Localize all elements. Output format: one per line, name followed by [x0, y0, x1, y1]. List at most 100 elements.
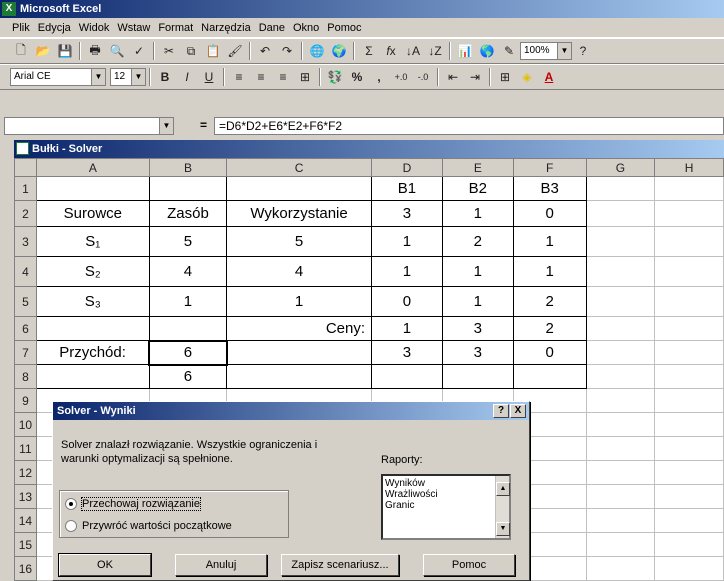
cell-h9[interactable]: [654, 388, 724, 413]
cell-a8[interactable]: [35, 364, 150, 389]
cell-h4[interactable]: [654, 256, 724, 287]
column-header-a[interactable]: A: [35, 158, 150, 177]
cell-g8[interactable]: [585, 364, 656, 389]
report-item-wrazliwosci[interactable]: Wrażliwości: [385, 489, 507, 500]
cell-f3[interactable]: 1: [512, 226, 587, 257]
chevron-down-icon[interactable]: ▼: [159, 118, 173, 134]
drawing-icon[interactable]: ✎: [499, 41, 519, 61]
currency-icon[interactable]: 💱: [325, 67, 345, 87]
cell-c3[interactable]: 5: [226, 226, 373, 257]
zoom-select[interactable]: 100% ▼: [520, 42, 572, 60]
chevron-down-icon[interactable]: ▼: [91, 69, 105, 85]
fill-color-icon[interactable]: ◈: [517, 67, 537, 87]
bold-button[interactable]: B: [155, 67, 175, 87]
decrease-indent-icon[interactable]: ⇤: [443, 67, 463, 87]
radio-restore-values[interactable]: Przywróć wartości początkowe: [65, 520, 232, 532]
cell-h1[interactable]: [654, 176, 724, 201]
ok-button[interactable]: OK: [58, 553, 152, 577]
autosum-icon[interactable]: Σ: [359, 41, 379, 61]
menu-widok[interactable]: Widok: [75, 22, 114, 34]
cell-g5[interactable]: [585, 286, 656, 317]
format-painter-icon[interactable]: 🖌: [225, 41, 245, 61]
cell-a7[interactable]: Przychód:: [35, 340, 150, 365]
cell-b8[interactable]: 6: [148, 364, 228, 389]
cell-h2[interactable]: [654, 200, 724, 227]
cell-c4[interactable]: 4: [226, 256, 373, 287]
menu-okno[interactable]: Okno: [289, 22, 323, 34]
cell-h13[interactable]: [654, 484, 724, 509]
cell-c2[interactable]: Wykorzystanie: [226, 200, 373, 227]
undo-icon[interactable]: ↶: [255, 41, 275, 61]
copy-icon[interactable]: ⧉: [181, 41, 201, 61]
cell-c7[interactable]: [226, 340, 373, 365]
cell-h7[interactable]: [654, 340, 724, 365]
cell-e7[interactable]: 3: [441, 340, 514, 365]
row-header[interactable]: 6: [14, 316, 37, 341]
cell-e6[interactable]: 3: [441, 316, 514, 341]
row-header[interactable]: 9: [14, 388, 37, 413]
sort-descending-icon[interactable]: ↓Z: [425, 41, 445, 61]
cell-h8[interactable]: [654, 364, 724, 389]
cell-h11[interactable]: [654, 436, 724, 461]
font-color-icon[interactable]: A: [539, 67, 559, 87]
menu-format[interactable]: Format: [154, 22, 197, 34]
equals-sign[interactable]: =: [200, 118, 207, 132]
row-header[interactable]: 11: [14, 436, 37, 461]
cell-g9[interactable]: [585, 388, 656, 413]
cell-b2[interactable]: Zasób: [148, 200, 228, 227]
function-icon[interactable]: fx: [381, 41, 401, 61]
row-header[interactable]: 8: [14, 364, 37, 389]
column-header-d[interactable]: D: [371, 158, 443, 177]
cell-b4[interactable]: 4: [148, 256, 228, 287]
increase-indent-icon[interactable]: ⇥: [465, 67, 485, 87]
cell-f7[interactable]: 0: [512, 340, 587, 365]
cell-e1[interactable]: B2: [441, 176, 514, 201]
cell-b6[interactable]: [148, 316, 228, 341]
menu-wstaw[interactable]: Wstaw: [113, 22, 154, 34]
decrease-decimal-icon[interactable]: -.0: [413, 67, 433, 87]
merge-center-icon[interactable]: ⊞: [295, 67, 315, 87]
help-button[interactable]: ?: [493, 404, 509, 418]
cell-g10[interactable]: [585, 412, 656, 437]
scroll-down-icon[interactable]: ▼: [496, 522, 510, 536]
row-header[interactable]: 1: [14, 176, 37, 201]
cell-h15[interactable]: [654, 532, 724, 557]
web-toolbar-icon[interactable]: 🌍: [329, 41, 349, 61]
comma-button[interactable]: ,: [369, 67, 389, 87]
column-header-c[interactable]: C: [226, 158, 373, 177]
cell-f8[interactable]: [512, 364, 587, 389]
font-size-select[interactable]: 12 ▼: [110, 68, 146, 86]
map-icon[interactable]: 🌎: [477, 41, 497, 61]
cell-d5[interactable]: 0: [371, 286, 443, 317]
align-right-icon[interactable]: ≡: [273, 67, 293, 87]
redo-icon[interactable]: ↷: [277, 41, 297, 61]
chart-wizard-icon[interactable]: 📊: [455, 41, 475, 61]
align-center-icon[interactable]: ≡: [251, 67, 271, 87]
column-header-h[interactable]: H: [654, 158, 724, 177]
cell-f6[interactable]: 2: [512, 316, 587, 341]
cell-d2[interactable]: 3: [371, 200, 443, 227]
print-icon[interactable]: 🖶: [85, 41, 105, 61]
cell-a4[interactable]: S₂: [35, 256, 150, 287]
cell-g15[interactable]: [585, 532, 656, 557]
cell-d7[interactable]: 3: [371, 340, 443, 365]
cell-f4[interactable]: 1: [512, 256, 587, 287]
hyperlink-icon[interactable]: 🌐: [307, 41, 327, 61]
cell-c5[interactable]: 1: [226, 286, 373, 317]
font-select[interactable]: Arial CE ▼: [10, 68, 106, 86]
italic-button[interactable]: I: [177, 67, 197, 87]
cell-g1[interactable]: [585, 176, 656, 201]
help-icon[interactable]: ?: [573, 41, 593, 61]
formula-input[interactable]: =D6*D2+E6*E2+F6*F2: [214, 117, 724, 135]
cell-e3[interactable]: 2: [441, 226, 514, 257]
cell-h10[interactable]: [654, 412, 724, 437]
cell-b5[interactable]: 1: [148, 286, 228, 317]
row-header[interactable]: 13: [14, 484, 37, 509]
cell-c8[interactable]: [226, 364, 373, 389]
menu-narzedzia[interactable]: Narzędzia: [197, 22, 255, 34]
row-header[interactable]: 10: [14, 412, 37, 437]
cell-g7[interactable]: [585, 340, 656, 365]
row-header[interactable]: 4: [14, 256, 37, 287]
open-icon[interactable]: 📂: [33, 41, 53, 61]
cell-h12[interactable]: [654, 460, 724, 485]
